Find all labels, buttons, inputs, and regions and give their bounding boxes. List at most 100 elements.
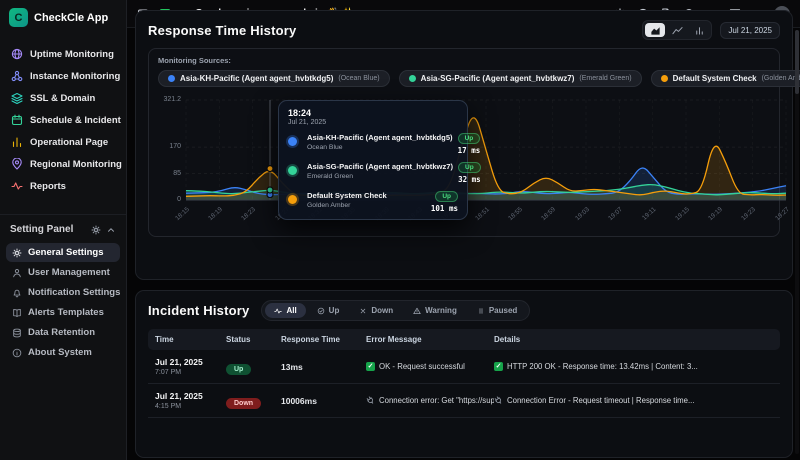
filter-warning[interactable]: Warning [404,303,466,318]
x-tick-label: 18:15 [174,206,191,222]
date-picker-chip[interactable]: Jul 21, 2025 [720,22,780,39]
monitoring-sources: Asia-KH-Pacific (Agent agent_hvbtkdg5)(O… [158,70,770,87]
settings-item-alerts-templates[interactable]: Alerts Templates [6,303,120,322]
source-pill[interactable]: Asia-SG-Pacific (Agent agent_hvbtkwz7)(E… [399,70,642,87]
sidebar-item-uptime-monitoring[interactable]: Uptime Monitoring [6,44,120,64]
settings-item-data-retention[interactable]: Data Retention [6,323,120,342]
sidebar-item-regional-monitoring[interactable]: Regional Monitoring [6,154,120,174]
sidebar-item-schedule-incident[interactable]: Schedule & Incident [6,110,120,130]
chevron-up-icon[interactable] [106,225,116,235]
incident-row[interactable]: Jul 21, 20257:07 PMUp13ms✓OK - Request s… [148,350,780,384]
settings-item-label: User Management [28,267,110,278]
settings-panel-header[interactable]: Setting Panel [0,214,126,241]
x-axis-labels: 18:1518:1918:2318:2718:3118:3518:3918:43… [186,202,786,230]
sidebar-item-reports[interactable]: Reports [6,176,120,196]
filter-label: All [286,306,296,315]
sidebar-item-label: Reports [30,181,66,192]
x-tick-label: 18:55 [507,206,524,222]
tooltip-entry: Default System CheckGolden AmberUp101 ms [288,191,458,213]
series-color-dot [288,137,297,146]
sidebar-item-operational-page[interactable]: Operational Page [6,132,120,152]
x-tick-label: 19:15 [674,206,691,222]
y-tick-label: 170 [169,143,181,150]
activity-icon [274,307,282,315]
settings-item-label: About System [28,347,92,358]
tooltip-series-color: Golden Amber [307,202,426,209]
filter-paused[interactable]: Paused [468,303,526,318]
layers-icon [11,92,23,104]
settings-item-about-system[interactable]: About System [6,343,120,362]
status-badge: Up [458,133,481,144]
filter-up[interactable]: Up [308,303,349,318]
incident-error-message: Connection error: Get "https://supabas..… [366,396,494,405]
source-pill[interactable]: Default System Check(Golden Amber) [651,70,800,87]
tooltip-entry: Asia-SG-Pacific (Agent agent_hvbtkwz7) Em… [288,162,458,184]
app-title: CheckCle App [34,12,108,24]
x-tick-label: 18:19 [207,206,224,222]
scrollbar-thumb[interactable] [795,30,799,94]
sidebar-settings: General Settings User Management Notificat… [0,241,126,364]
source-color-dot [409,75,416,82]
incident-date: Jul 21, 2025 [155,357,226,367]
activity-icon [11,180,23,192]
settings-item-general-settings[interactable]: General Settings [6,243,120,262]
app-logo-icon: C [9,8,28,27]
response-time-chart[interactable]: 085170321.2 18:24 Jul 21, 2025 Asia-KH-P… [158,100,770,232]
globe-icon [11,48,23,60]
gear-icon [12,248,22,258]
chart-tooltip: 18:24 Jul 21, 2025 Asia-KH-Pacific (Agen… [278,100,468,220]
status-badge: Up [435,191,458,202]
filter-label: Warning [425,306,457,315]
incident-time: 4:15 PM [155,403,226,410]
filter-all[interactable]: All [265,303,305,318]
source-name: Default System Check [673,74,757,83]
gear-icon [91,225,101,235]
series-color-dot [288,195,297,204]
x-tick-label: 19:11 [641,206,657,222]
incident-time: 7:07 PM [155,369,226,376]
incident-date: Jul 21, 2025 [155,391,226,401]
network-icon [11,70,23,82]
series-color-dot [288,166,297,175]
source-color-dot [168,75,175,82]
tooltip-series-name: Asia-KH-Pacific (Agent agent_hvbtkdg5) [307,133,453,142]
plug-icon [494,396,505,405]
line-chart-button[interactable] [667,23,687,37]
info-icon [12,348,22,358]
tooltip-value: 32 ms [458,175,481,184]
bars-chart-button[interactable] [689,23,709,37]
user-icon [12,268,22,278]
incident-details: ✓HTTP 200 OK - Response time: 13.42ms | … [494,362,773,371]
tooltip-series-color: Emerald Green [307,173,453,180]
sidebar-item-ssl-domain[interactable]: SSL & Domain [6,88,120,108]
incident-response-time: 13ms [281,362,366,372]
area-chart-button[interactable] [645,23,665,37]
x-tick-label: 19:07 [607,206,624,222]
incident-filters: All Up Down Warning Paused [261,300,530,321]
app-root: C CheckCle App Uptime MonitoringInstance… [0,0,800,460]
source-name: Asia-SG-Pacific (Agent agent_hvbtkwz7) [421,74,575,83]
filter-label: Up [329,306,340,315]
column-header: Status [226,335,281,344]
source-pill[interactable]: Asia-KH-Pacific (Agent agent_hvbtkdg5)(O… [158,70,390,87]
incident-response-time: 10006ms [281,396,366,406]
map-pin-icon [11,158,23,170]
settings-item-user-management[interactable]: User Management [6,263,120,282]
app-logo[interactable]: C CheckCle App [0,0,126,36]
filter-down[interactable]: Down [350,303,402,318]
sources-label: Monitoring Sources: [158,56,770,65]
book-icon [12,308,22,318]
database-icon [12,328,22,338]
pause-icon [477,307,485,315]
sidebar-item-label: Schedule & Incident [30,115,121,126]
y-tick-label: 321.2 [163,96,181,103]
status-badge: Up [458,162,481,173]
tooltip-series-name: Asia-SG-Pacific (Agent agent_hvbtkwz7) [307,162,453,171]
settings-item-notification-settings[interactable]: Notification Settings [6,283,120,302]
incident-details: Connection Error - Request timeout | Res… [494,396,773,405]
scrollbar[interactable] [795,30,799,454]
incident-row[interactable]: Jul 21, 20254:15 PMDown10006msConnection… [148,384,780,418]
sidebar-item-instance-monitoring[interactable]: Instance Monitoring [6,66,120,86]
x-tick-label: 19:19 [707,206,724,222]
incident-error-message: ✓OK - Request successful [366,362,494,371]
